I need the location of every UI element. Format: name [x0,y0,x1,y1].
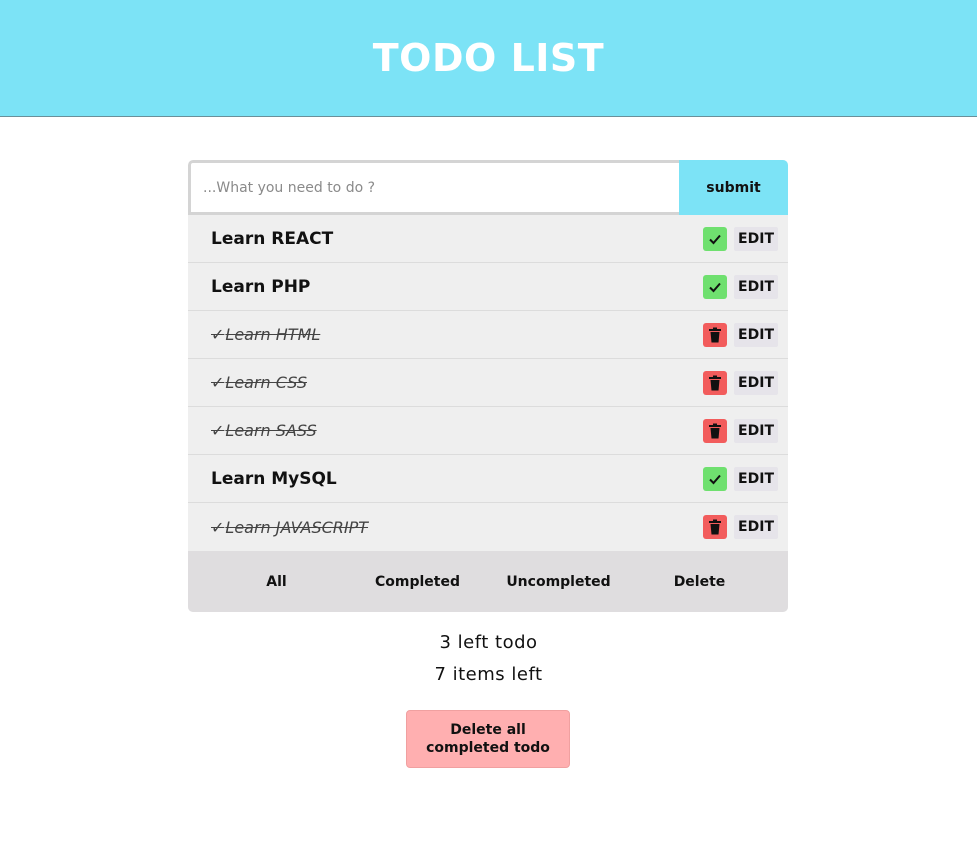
todo-item: ✓Learn MySQL EDIT [188,455,788,503]
complete-todo-button[interactable] [703,466,728,491]
trash-icon [709,375,722,390]
left-todo-count: 3 left todo [439,632,538,653]
edit-button[interactable]: EDIT [734,322,778,347]
items-left-count: 7 items left [434,664,543,685]
edit-button[interactable]: EDIT [734,226,778,251]
todo-item: ✓Learn HTML EDIT [188,311,788,359]
todo-label: Learn REACT [211,228,334,249]
done-check-mark: ✓ [211,517,225,537]
todo-label: Learn PHP [211,276,311,297]
todo-item: ✓Learn PHP EDIT [188,263,788,311]
trash-icon [709,327,722,342]
todo-label: Learn JAVASCRIPT [225,517,369,537]
edit-button[interactable]: EDIT [734,466,778,491]
delete-all-completed-button[interactable]: Delete all completed todo [406,710,570,768]
todo-list: ✓Learn REACT EDIT ✓Learn PHP EDIT ✓Learn… [188,215,788,551]
complete-todo-button[interactable] [703,226,728,251]
edit-button[interactable]: EDIT [734,418,778,443]
filter-bar: All Completed Uncompleted Delete [188,551,788,612]
trash-icon [709,423,722,438]
check-icon [709,474,721,484]
app-header: TODO LIST [0,0,977,117]
todo-item: ✓Learn JAVASCRIPT EDIT [188,503,788,551]
submit-button[interactable]: submit [679,160,788,215]
edit-button[interactable]: EDIT [734,515,778,539]
todo-text: ✓Learn JAVASCRIPT [211,518,703,537]
todo-input[interactable] [188,160,679,215]
done-check-mark: ✓ [211,421,225,440]
todo-label: Learn MySQL [211,468,337,489]
delete-todo-button[interactable] [703,370,728,395]
todo-label: Learn SASS [225,421,317,440]
todo-item: ✓Learn CSS EDIT [188,359,788,407]
delete-todo-button[interactable] [703,418,728,443]
todo-text: ✓Learn CSS [211,373,703,392]
todo-label: Learn HTML [225,325,321,344]
check-icon [709,282,721,292]
page-title: TODO LIST [372,36,605,80]
filter-all-button[interactable]: All [206,574,347,590]
todo-card: submit ✓Learn REACT EDIT ✓Learn PHP EDIT… [188,160,788,612]
todo-text: ✓Learn HTML [211,325,703,344]
edit-button[interactable]: EDIT [734,274,778,299]
todo-item: ✓Learn REACT EDIT [188,215,788,263]
filter-completed-button[interactable]: Completed [347,574,488,590]
todo-text: ✓Learn MySQL [211,469,703,489]
todo-text: ✓Learn SASS [211,421,703,440]
trash-icon [709,519,722,535]
complete-todo-button[interactable] [703,274,728,299]
edit-button[interactable]: EDIT [734,370,778,395]
todo-form: submit [188,160,788,215]
todo-item: ✓Learn SASS EDIT [188,407,788,455]
todo-label: Learn CSS [225,373,307,392]
delete-todo-button[interactable] [703,515,728,539]
todo-text: ✓Learn PHP [211,277,703,297]
todo-text: ✓Learn REACT [211,229,703,249]
filter-delete-button[interactable]: Delete [629,574,770,590]
delete-todo-button[interactable] [703,322,728,347]
done-check-mark: ✓ [211,325,225,344]
filter-uncompleted-button[interactable]: Uncompleted [488,574,629,590]
check-icon [709,234,721,244]
done-check-mark: ✓ [211,373,225,392]
